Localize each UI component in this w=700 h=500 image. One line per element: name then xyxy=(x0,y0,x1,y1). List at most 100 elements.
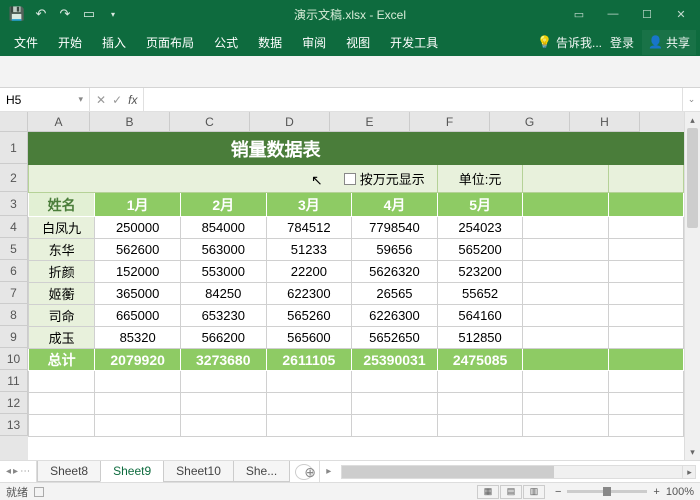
tab-home[interactable]: 开始 xyxy=(48,28,92,57)
data-cell[interactable]: 5626320 xyxy=(352,261,438,283)
tab-formula[interactable]: 公式 xyxy=(204,28,248,57)
enter-icon[interactable]: ✓ xyxy=(112,93,122,107)
sheet-tab[interactable]: She... xyxy=(233,461,290,482)
data-cell[interactable]: 22200 xyxy=(266,261,352,283)
data-cell[interactable]: 563000 xyxy=(180,239,266,261)
name-cell[interactable]: 东华 xyxy=(29,239,95,261)
save-icon[interactable]: 💾 xyxy=(8,5,26,23)
row-header-2[interactable]: 2 xyxy=(0,164,28,192)
data-cell[interactable]: 565200 xyxy=(437,239,523,261)
data-cell[interactable]: 51233 xyxy=(266,239,352,261)
data-cell[interactable]: 7798540 xyxy=(352,217,438,239)
col-header-F[interactable]: F xyxy=(410,112,490,132)
tab-developer[interactable]: 开发工具 xyxy=(380,28,448,57)
sheet-nav-buttons[interactable]: ◂▸⋯ xyxy=(0,461,37,482)
tab-file[interactable]: 文件 xyxy=(4,28,48,57)
row-header-7[interactable]: 7 xyxy=(0,282,28,304)
data-cell[interactable]: 565600 xyxy=(266,327,352,349)
scroll-down-icon[interactable]: ▾ xyxy=(685,444,700,460)
name-cell[interactable]: 成玉 xyxy=(29,327,95,349)
spreadsheet-grid[interactable]: ABCDEFGH 12345678910111213 ▴ ▾ 销量数据表按万元显… xyxy=(0,112,700,460)
col-header-H[interactable]: H xyxy=(570,112,640,132)
data-cell[interactable]: 622300 xyxy=(266,283,352,305)
data-cell[interactable]: 250000 xyxy=(95,217,181,239)
row-header-5[interactable]: 5 xyxy=(0,238,28,260)
row-header-3[interactable]: 3 xyxy=(0,192,28,216)
view-pagelayout-icon[interactable]: ▤ xyxy=(500,485,522,499)
data-cell[interactable]: 566200 xyxy=(180,327,266,349)
data-cell[interactable]: 55652 xyxy=(437,283,523,305)
data-cell[interactable]: 562600 xyxy=(95,239,181,261)
name-box[interactable]: H5▾ xyxy=(0,88,90,111)
tab-data[interactable]: 数据 xyxy=(248,28,292,57)
new-file-icon[interactable]: ▭ xyxy=(80,5,98,23)
data-cell[interactable]: 784512 xyxy=(266,217,352,239)
zoom-level[interactable]: 100% xyxy=(666,486,694,498)
maximize-icon[interactable]: ☐ xyxy=(632,4,662,24)
undo-icon[interactable]: ↶ xyxy=(32,5,50,23)
scroll-up-icon[interactable]: ▴ xyxy=(685,112,700,128)
sheet-scroll-right[interactable]: ▸ xyxy=(319,461,337,482)
scroll-right-icon[interactable]: ▸ xyxy=(682,466,696,478)
data-cell[interactable]: 6226300 xyxy=(352,305,438,327)
minimize-icon[interactable]: ― xyxy=(598,4,628,24)
column-headers[interactable]: ABCDEFGH xyxy=(28,112,684,132)
zoom-out-button[interactable]: − xyxy=(555,486,561,498)
hscroll-thumb[interactable] xyxy=(342,466,554,478)
fx-icon[interactable]: fx xyxy=(128,93,137,107)
checkbox-cell[interactable]: 按万元显示↖ xyxy=(29,165,438,193)
tell-me-search[interactable]: 💡告诉我... xyxy=(537,34,602,51)
row-header-10[interactable]: 10 xyxy=(0,348,28,370)
redo-icon[interactable]: ↷ xyxy=(56,5,74,23)
name-cell[interactable]: 司命 xyxy=(29,305,95,327)
macro-record-icon[interactable] xyxy=(34,487,44,497)
tab-layout[interactable]: 页面布局 xyxy=(136,28,204,57)
col-header-B[interactable]: B xyxy=(90,112,170,132)
col-header-D[interactable]: D xyxy=(250,112,330,132)
name-cell[interactable]: 白凤九 xyxy=(29,217,95,239)
tab-view[interactable]: 视图 xyxy=(336,28,380,57)
col-header-A[interactable]: A xyxy=(28,112,90,132)
sheet-tab[interactable]: Sheet9 xyxy=(100,461,164,482)
data-cell[interactable]: 152000 xyxy=(95,261,181,283)
data-cell[interactable]: 523200 xyxy=(437,261,523,283)
name-cell[interactable]: 折颜 xyxy=(29,261,95,283)
row-header-11[interactable]: 11 xyxy=(0,370,28,392)
row-header-4[interactable]: 4 xyxy=(0,216,28,238)
cells-area[interactable]: 销量数据表按万元显示↖单位:元姓名1月2月3月4月5月白凤九2500008540… xyxy=(28,132,684,460)
data-cell[interactable]: 26565 xyxy=(352,283,438,305)
data-cell[interactable]: 254023 xyxy=(437,217,523,239)
expand-formula-icon[interactable]: ⌄ xyxy=(682,88,700,111)
row-header-9[interactable]: 9 xyxy=(0,326,28,348)
view-normal-icon[interactable]: ▦ xyxy=(477,485,499,499)
signin-link[interactable]: 登录 xyxy=(610,34,634,51)
checkbox-icon[interactable] xyxy=(344,173,356,185)
row-header-1[interactable]: 1 xyxy=(0,132,28,164)
data-cell[interactable]: 365000 xyxy=(95,283,181,305)
zoom-in-button[interactable]: + xyxy=(653,486,659,498)
select-all-corner[interactable] xyxy=(0,112,28,132)
close-icon[interactable]: ✕ xyxy=(666,4,696,24)
view-pagebreak-icon[interactable]: ▥ xyxy=(523,485,545,499)
row-header-8[interactable]: 8 xyxy=(0,304,28,326)
data-cell[interactable]: 59656 xyxy=(352,239,438,261)
tab-insert[interactable]: 插入 xyxy=(92,28,136,57)
data-cell[interactable]: 564160 xyxy=(437,305,523,327)
zoom-slider[interactable] xyxy=(567,490,647,493)
row-header-12[interactable]: 12 xyxy=(0,392,28,414)
cancel-icon[interactable]: ✕ xyxy=(96,93,106,107)
data-cell[interactable]: 653230 xyxy=(180,305,266,327)
data-cell[interactable]: 565260 xyxy=(266,305,352,327)
horizontal-scrollbar[interactable]: ◂ ▸ xyxy=(341,465,696,479)
sheet-tab[interactable]: Sheet8 xyxy=(37,461,101,482)
data-cell[interactable]: 553000 xyxy=(180,261,266,283)
scroll-thumb[interactable] xyxy=(687,128,698,228)
tab-review[interactable]: 审阅 xyxy=(292,28,336,57)
qat-dropdown-icon[interactable]: ▾ xyxy=(104,5,122,23)
add-sheet-button[interactable]: ⊕ xyxy=(295,464,313,480)
data-cell[interactable]: 84250 xyxy=(180,283,266,305)
data-cell[interactable]: 512850 xyxy=(437,327,523,349)
row-header-6[interactable]: 6 xyxy=(0,260,28,282)
col-header-C[interactable]: C xyxy=(170,112,250,132)
row-header-13[interactable]: 13 xyxy=(0,414,28,436)
